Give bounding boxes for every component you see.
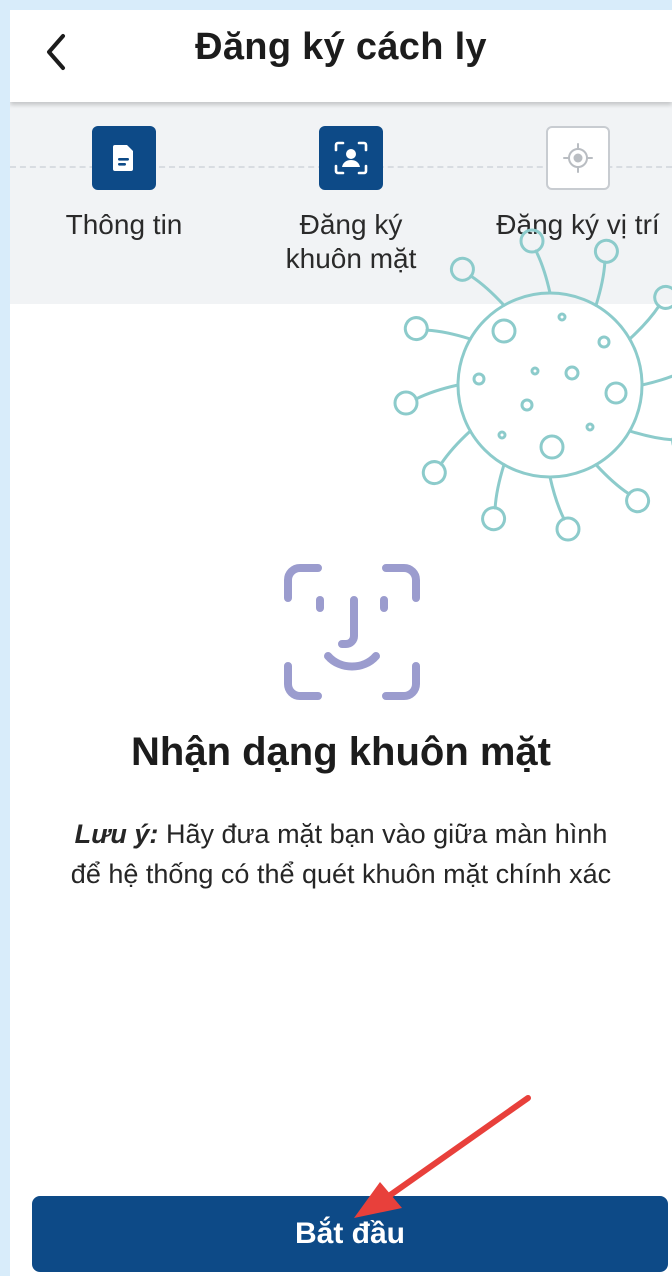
face-recognition-heading: Nhận dạng khuôn mặt xyxy=(131,730,551,774)
step-face-registration[interactable]: Đăng ký khuôn mặt xyxy=(241,126,461,276)
instruction-note: Lưu ý: Hãy đưa mặt bạn vào giữa màn hình… xyxy=(70,814,612,894)
step-face-label: Đăng ký khuôn mặt xyxy=(285,209,417,274)
step-location-label: Đăng ký vị trí xyxy=(496,209,660,240)
step-face-badge xyxy=(319,126,383,190)
document-icon xyxy=(113,145,133,171)
step-info[interactable]: Thông tin xyxy=(14,126,234,242)
face-scan-icon xyxy=(284,564,420,700)
registration-stepper: Thông tin Đăng ký khuôn mặt Đăng ký vị t… xyxy=(10,102,672,304)
start-button[interactable]: Bắt đầu xyxy=(32,1196,668,1272)
step-info-badge xyxy=(92,126,156,190)
note-lead: Lưu ý: xyxy=(74,819,159,849)
step-location-badge xyxy=(546,126,610,190)
step-location-registration[interactable]: Đăng ký vị trí xyxy=(468,126,672,242)
app-screen: Đăng ký cách ly Thông tin Đăng ký khuôn … xyxy=(10,10,672,1276)
face-id-icon xyxy=(334,141,368,175)
app-bar: Đăng ký cách ly xyxy=(10,10,672,102)
location-target-icon xyxy=(563,143,593,173)
page-title: Đăng ký cách ly xyxy=(195,26,487,68)
step-info-label: Thông tin xyxy=(65,209,183,240)
